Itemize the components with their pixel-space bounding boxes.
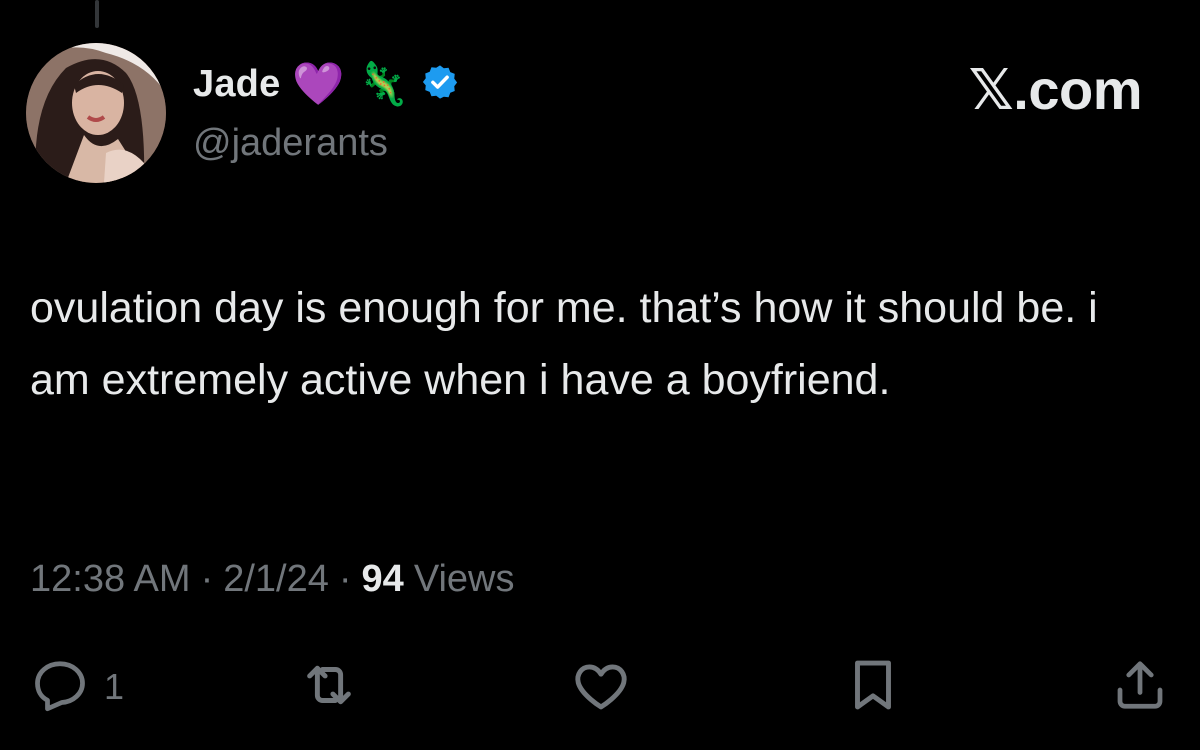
share-icon [1110, 655, 1170, 720]
author-name-row: Jade 💜 🦎 [193, 58, 459, 110]
like-button[interactable] [570, 655, 632, 719]
tweet-date[interactable]: 2/1/24 [223, 558, 329, 601]
lizard-emoji: 🦎 [356, 59, 410, 108]
reply-button[interactable]: 1 [30, 655, 124, 719]
bookmark-icon [842, 654, 904, 721]
brand-logo: 𝕏.com [968, 58, 1143, 121]
tweet-metadata: 12:38 AM · 2/1/24 · 94 Views [30, 558, 515, 601]
reply-count: 1 [104, 666, 125, 707]
like-icon [570, 654, 632, 721]
separator-dot: · [338, 558, 352, 600]
views-label: Views [413, 558, 515, 600]
purple-heart-emoji: 💜 [292, 59, 345, 108]
verified-badge-icon [421, 63, 459, 106]
separator-dot: · [200, 558, 214, 600]
bookmark-button[interactable] [842, 655, 904, 719]
reply-icon [30, 655, 90, 720]
thread-connector-line [95, 0, 99, 28]
tweet-text: ovulation day is enough for me. that’s h… [30, 284, 1098, 404]
author-handle[interactable]: @jaderants [193, 122, 388, 165]
action-bar: 1 [0, 655, 1200, 725]
repost-icon [298, 654, 360, 721]
share-button[interactable] [1110, 655, 1170, 719]
repost-button[interactable] [298, 655, 360, 719]
display-name[interactable]: Jade [193, 63, 280, 106]
views-count: 94 [361, 558, 404, 600]
avatar[interactable] [26, 43, 166, 183]
tweet-time[interactable]: 12:38 AM [30, 558, 191, 601]
